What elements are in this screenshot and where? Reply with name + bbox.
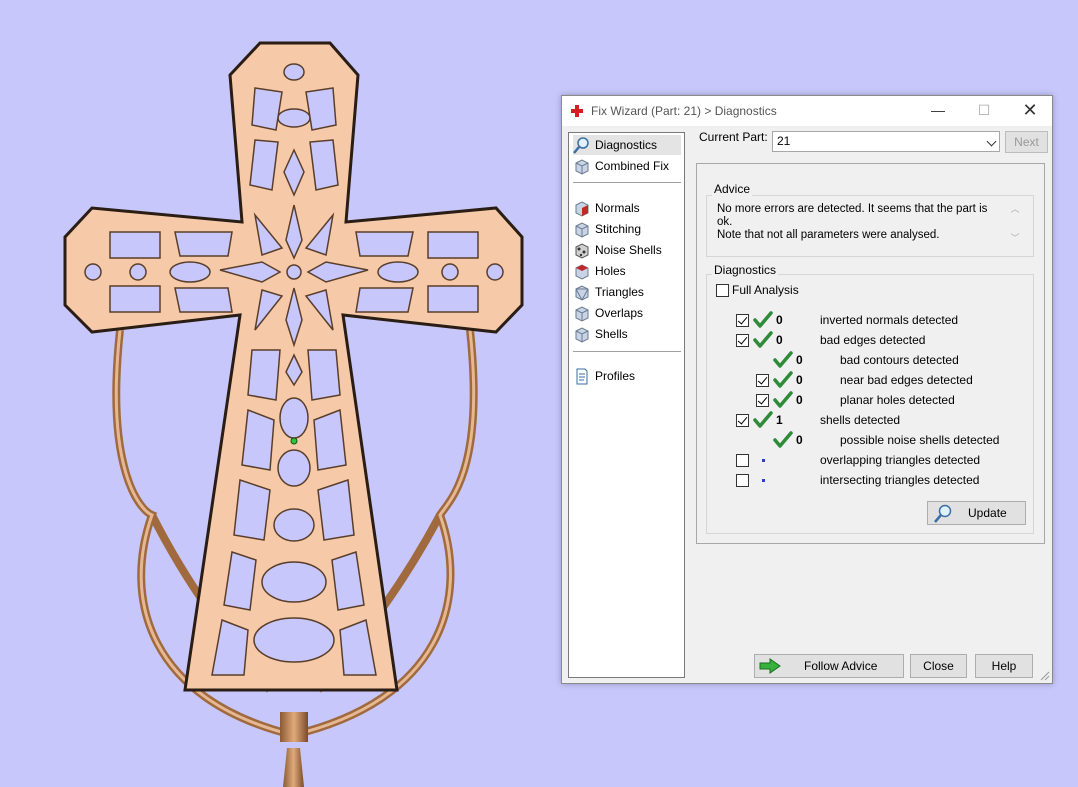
diagnostic-label: inverted normals detected xyxy=(820,313,959,327)
diagnostic-label: intersecting triangles detected xyxy=(820,473,980,487)
diagnostic-checkbox[interactable] xyxy=(736,314,749,327)
sidebar: Diagnostics Combined Fix Normals Stitchi… xyxy=(568,132,685,678)
diagnostic-label: near bad edges detected xyxy=(840,373,973,387)
diagnostic-label: shells detected xyxy=(820,413,901,427)
sidebar-item-overlaps[interactable]: Overlaps xyxy=(573,303,681,323)
diagnostic-label: overlapping triangles detected xyxy=(820,453,981,467)
status-dot-icon xyxy=(762,459,765,462)
close-button[interactable]: Close xyxy=(910,654,967,678)
sidebar-item-normals[interactable]: Normals xyxy=(573,198,681,218)
full-analysis-label: Full Analysis xyxy=(732,283,799,297)
diagnostic-count: 0 xyxy=(776,313,783,327)
follow-advice-button[interactable]: Follow Advice xyxy=(754,654,904,678)
overlaps-cube-icon xyxy=(575,305,589,322)
magnifier-icon xyxy=(573,136,589,154)
sidebar-item-noise-shells[interactable]: Noise Shells xyxy=(573,240,681,260)
diagnostic-checkbox[interactable] xyxy=(736,334,749,347)
green-check-icon xyxy=(753,331,773,348)
scroll-down-icon: ﹀ xyxy=(1010,233,1020,243)
cross-cutouts xyxy=(84,63,504,676)
diagnostic-checkbox[interactable] xyxy=(736,474,749,487)
sidebar-item-shells[interactable]: Shells xyxy=(573,324,681,344)
update-button[interactable]: Update xyxy=(927,501,1026,525)
sidebar-item-diagnostics[interactable]: Diagnostics xyxy=(573,135,681,155)
green-check-icon xyxy=(773,371,793,388)
maximize-button[interactable]: ☐ xyxy=(962,96,1006,126)
cube-icon xyxy=(575,158,589,175)
advice-line-2: Note that not all parameters were analys… xyxy=(717,229,940,241)
current-part-value: 21 xyxy=(777,134,791,148)
green-check-icon xyxy=(753,311,773,328)
green-arrow-icon xyxy=(759,658,781,674)
diagnostic-label: possible noise shells detected xyxy=(840,433,1000,447)
maximize-icon: ☐ xyxy=(977,102,991,118)
document-icon xyxy=(576,368,588,384)
sidebar-item-profiles[interactable]: Profiles xyxy=(573,366,681,386)
noise-shells-icon xyxy=(575,242,589,259)
sidebar-item-triangles[interactable]: Triangles xyxy=(573,282,681,302)
holes-cube-icon xyxy=(575,263,589,280)
sidebar-item-stitching[interactable]: Stitching xyxy=(573,219,681,239)
diagnostic-checkbox[interactable] xyxy=(756,374,769,387)
title-bar[interactable]: Fix Wizard (Part: 21) > Diagnostics — ☐ … xyxy=(562,96,1052,126)
stitching-cube-icon xyxy=(575,221,589,238)
sidebar-item-combined-fix[interactable]: Combined Fix xyxy=(573,156,681,176)
diagnostic-checkbox[interactable] xyxy=(736,454,749,467)
current-part-label: Current Part: xyxy=(699,130,768,144)
diagnostic-label: planar holes detected xyxy=(840,393,955,407)
chevron-down-icon xyxy=(986,136,997,147)
magnifier-icon xyxy=(934,504,952,523)
diagnostic-checkbox[interactable] xyxy=(756,394,769,407)
diagnostic-count: 0 xyxy=(796,393,803,407)
green-check-icon xyxy=(773,351,793,368)
support-stem xyxy=(280,712,308,742)
update-label: Update xyxy=(968,506,1007,520)
next-button[interactable]: Next xyxy=(1005,131,1048,153)
sidebar-divider xyxy=(573,351,681,352)
fix-wizard-dialog: Fix Wizard (Part: 21) > Diagnostics — ☐ … xyxy=(561,95,1053,684)
diagnostic-label: bad contours detected xyxy=(840,353,959,367)
window-title: Fix Wizard (Part: 21) > Diagnostics xyxy=(591,104,777,118)
help-button[interactable]: Help xyxy=(975,654,1033,678)
diagnostics-title: Diagnostics xyxy=(712,263,779,277)
red-cross-icon xyxy=(571,105,583,117)
green-check-icon xyxy=(773,391,793,408)
close-icon: ✕ xyxy=(1022,100,1038,120)
advice-line-1: No more errors are detected. It seems th… xyxy=(717,203,988,228)
green-check-icon xyxy=(753,411,773,428)
sidebar-divider xyxy=(573,182,681,183)
diagnostic-count: 0 xyxy=(796,353,803,367)
diagnostic-label: bad edges detected xyxy=(820,333,926,347)
advice-title: Advice xyxy=(712,182,753,196)
advice-scrollbar[interactable]: ︿ ﹀ xyxy=(1008,202,1022,248)
minimize-icon: — xyxy=(931,102,945,118)
diagnostic-count: 0 xyxy=(796,373,803,387)
diagnostic-checkbox[interactable] xyxy=(736,414,749,427)
status-dot-icon xyxy=(762,479,765,482)
close-window-button[interactable]: ✕ xyxy=(1008,96,1052,126)
diagnostic-count: 1 xyxy=(776,413,783,427)
selection-point xyxy=(290,437,298,445)
full-analysis-checkbox[interactable] xyxy=(716,284,729,297)
triangles-cube-icon xyxy=(575,284,589,301)
shells-cube-icon xyxy=(575,326,589,343)
current-part-select[interactable]: 21 xyxy=(772,131,1000,152)
follow-advice-label: Follow Advice xyxy=(804,659,878,673)
minimize-button[interactable]: — xyxy=(916,96,960,126)
normals-cube-icon xyxy=(575,200,589,217)
advice-text: No more errors are detected. It seems th… xyxy=(717,203,1003,242)
support-stem-lower xyxy=(283,748,304,787)
sidebar-item-holes[interactable]: Holes xyxy=(573,261,681,281)
diagnostic-count: 0 xyxy=(796,433,803,447)
resize-grip-icon[interactable] xyxy=(1040,671,1050,681)
diagnostic-count: 0 xyxy=(776,333,783,347)
green-check-icon xyxy=(773,431,793,448)
scroll-up-icon: ︿ xyxy=(1010,204,1020,214)
